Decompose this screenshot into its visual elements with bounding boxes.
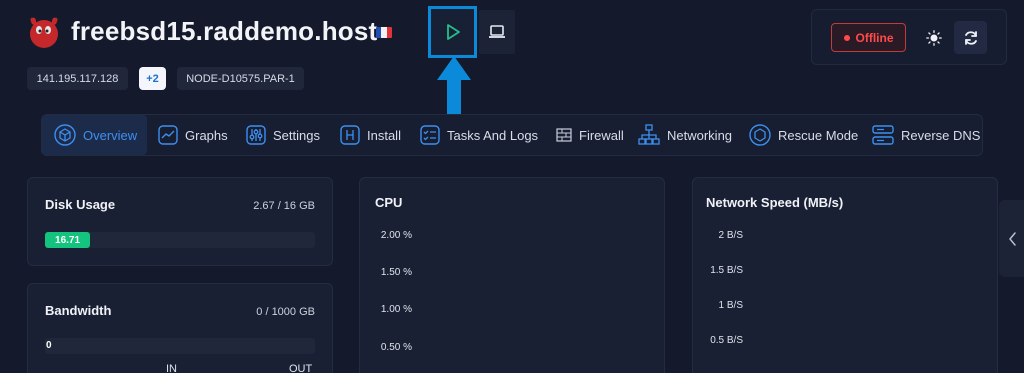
screen-button[interactable] — [479, 10, 515, 54]
console-button[interactable] — [428, 6, 477, 58]
status-dot-icon — [843, 34, 850, 41]
up-arrow-annotation-icon — [437, 56, 471, 120]
tab-label: Tasks And Logs — [447, 127, 539, 143]
status-panel: Offline — [811, 9, 1007, 65]
rescue-icon — [749, 124, 771, 146]
disk-usage-title: Disk Usage — [45, 197, 116, 212]
side-panel-toggle[interactable] — [999, 200, 1024, 277]
tab-settings[interactable]: Settings — [246, 115, 320, 155]
extra-ips-chip[interactable]: +2 — [139, 67, 166, 90]
tab-label: Reverse DNS — [901, 127, 981, 143]
network-tick-label: 0.5 B/S — [710, 335, 743, 346]
theme-toggle-button[interactable] — [920, 23, 948, 52]
cpu-tick-label: 2.00 % — [380, 230, 412, 241]
chevron-left-icon — [1008, 231, 1016, 246]
play-icon — [446, 24, 460, 40]
network-speed-title: Network Speed (MB/s) — [706, 195, 844, 210]
france-flag-icon — [376, 27, 392, 38]
bandwidth-value: 0 / 1000 GB — [256, 306, 315, 318]
network-speed-chart-card: Network Speed (MB/s) 2 B/S 1.5 B/S 1 B/S… — [692, 177, 998, 373]
laptop-icon — [489, 25, 505, 38]
network-tick-label: 1 B/S — [718, 300, 743, 311]
cpu-tick-label: 0.50 % — [380, 342, 412, 353]
tab-tasks-and-logs[interactable]: Tasks And Logs — [420, 115, 538, 155]
tab-label: Graphs — [185, 127, 228, 143]
tab-graphs[interactable]: Graphs — [158, 115, 228, 155]
checklist-icon — [420, 125, 440, 145]
server-nav-tabs: Overview Graphs Settings Install Tasks A… — [41, 114, 983, 156]
tab-firewall[interactable]: Firewall — [556, 115, 624, 155]
ip-address-chip[interactable]: 141.195.117.128 — [27, 67, 128, 90]
cpu-chart-card: CPU 2.00 % 1.50 % 1.00 % 0.50 % — [359, 177, 665, 373]
bandwidth-out-label: OUT — [289, 363, 313, 373]
sliders-icon — [246, 125, 266, 145]
tab-label: Overview — [83, 127, 138, 143]
tab-label: Install — [367, 127, 401, 143]
tab-label: Networking — [667, 127, 733, 143]
firewall-icon — [556, 128, 572, 142]
refresh-button[interactable] — [954, 21, 987, 54]
tab-label: Firewall — [579, 127, 624, 143]
graph-icon — [158, 125, 178, 145]
server-icon — [872, 125, 894, 145]
tab-networking[interactable]: Networking — [638, 115, 732, 155]
status-badge: Offline — [831, 23, 906, 52]
disk-usage-bar-fill: 16.71 — [45, 232, 91, 248]
hostname-title: freebsd15.raddemo.host — [71, 16, 378, 46]
bandwidth-bar: 0 — [45, 338, 315, 354]
tab-install[interactable]: Install — [340, 115, 401, 155]
bandwidth-title: Bandwidth — [45, 303, 112, 318]
sun-icon — [926, 29, 942, 46]
status-label: Offline — [855, 30, 894, 45]
tab-rescue-mode[interactable]: Rescue Mode — [749, 115, 858, 155]
disk-usage-percent: 16.71 — [55, 234, 81, 246]
tab-reverse-dns[interactable]: Reverse DNS — [872, 115, 980, 155]
refresh-icon — [964, 30, 977, 45]
disk-usage-card: Disk Usage 2.67 / 16 GB 16.71 — [27, 177, 333, 266]
cube-icon — [54, 124, 76, 146]
node-chip[interactable]: NODE-D10575.PAR-1 — [177, 67, 304, 90]
network-icon — [638, 124, 660, 145]
disk-usage-value: 2.67 / 16 GB — [253, 200, 315, 212]
install-icon — [340, 125, 360, 145]
disk-usage-bar: 16.71 — [45, 232, 315, 248]
bandwidth-card: Bandwidth 0 / 1000 GB 0 IN OUT — [27, 283, 333, 373]
bandwidth-in-label: IN — [166, 363, 177, 373]
tab-label: Settings — [273, 127, 320, 143]
tab-overview[interactable]: Overview — [42, 115, 148, 155]
tab-label: Rescue Mode — [778, 127, 859, 143]
cpu-title: CPU — [375, 195, 403, 210]
network-tick-label: 2 B/S — [718, 230, 743, 241]
network-tick-label: 1.5 B/S — [710, 265, 743, 276]
bandwidth-bar-value: 0 — [46, 340, 52, 351]
freebsd-logo-icon — [30, 17, 58, 48]
cpu-tick-label: 1.00 % — [380, 304, 412, 315]
cpu-tick-label: 1.50 % — [380, 267, 412, 278]
